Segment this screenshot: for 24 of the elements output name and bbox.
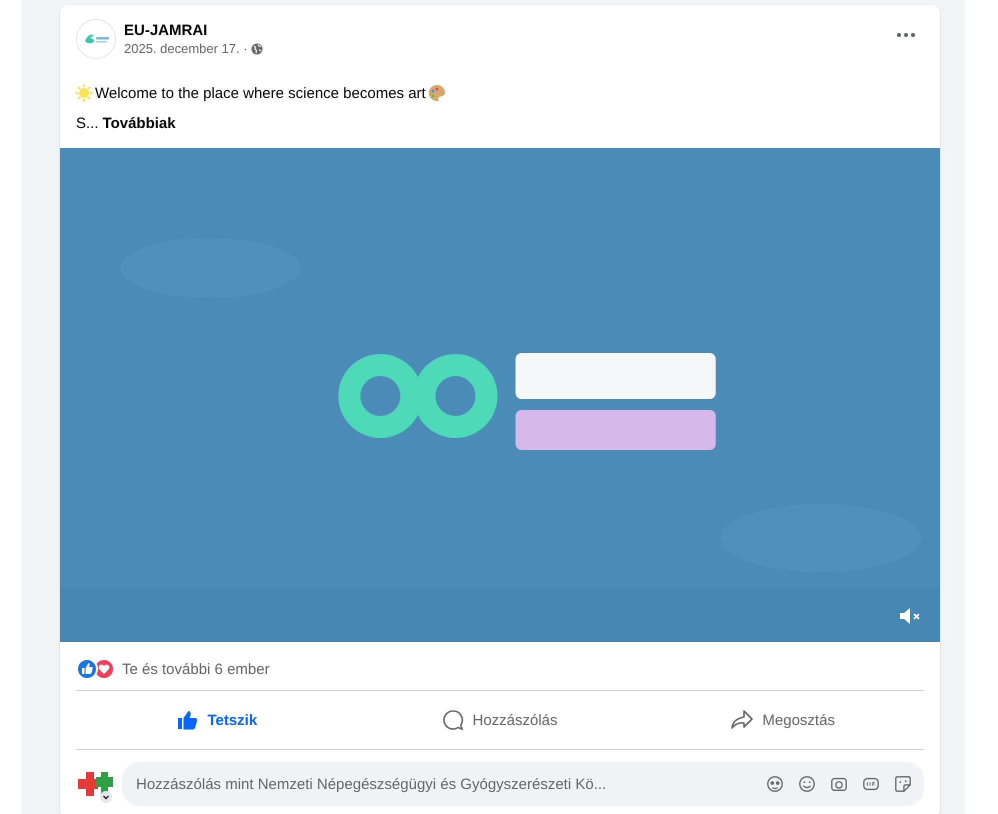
speech-bubble-icon — [442, 709, 464, 731]
sticker-icon[interactable] — [894, 775, 912, 793]
share-button[interactable]: Megosztás — [641, 699, 924, 741]
more-icon — [896, 33, 916, 37]
author-name[interactable]: EU-JAMRAI — [124, 22, 880, 39]
comment-input-field[interactable]: Hozzászólás mint Nemzeti Népegészségügyi és Gyógyszerészeti Kö... — [134, 774, 766, 794]
emoji-icon[interactable] — [798, 775, 816, 793]
like-love-reactions-icon[interactable] — [76, 658, 116, 680]
gif-icon[interactable] — [862, 775, 880, 793]
comment-button[interactable]: Hozzászólás — [358, 699, 642, 741]
sun-emoji-icon — [74, 83, 94, 103]
avatar-sticker-icon[interactable] — [766, 775, 784, 793]
share-arrow-icon — [730, 709, 754, 731]
post-date[interactable]: 2025. december 17. · — [124, 41, 248, 56]
post-text: Welcome to the place where science becomes art — [95, 84, 426, 102]
thumbs-up-icon — [177, 710, 200, 730]
truncated-text: S... — [76, 115, 99, 132]
see-more-link[interactable]: Továbbiak — [102, 115, 176, 132]
reaction-summary[interactable]: Te és további 6 ember — [122, 660, 270, 678]
palette-emoji-icon — [426, 83, 447, 103]
globe-icon — [250, 42, 263, 54]
comment-bar[interactable]: Hozzászólás mint Nemzeti Népegészségügyi és Gyógyszerészeti Kö... — [122, 762, 924, 806]
like-button[interactable]: Tetszik — [76, 699, 359, 741]
camera-icon[interactable] — [830, 775, 848, 793]
